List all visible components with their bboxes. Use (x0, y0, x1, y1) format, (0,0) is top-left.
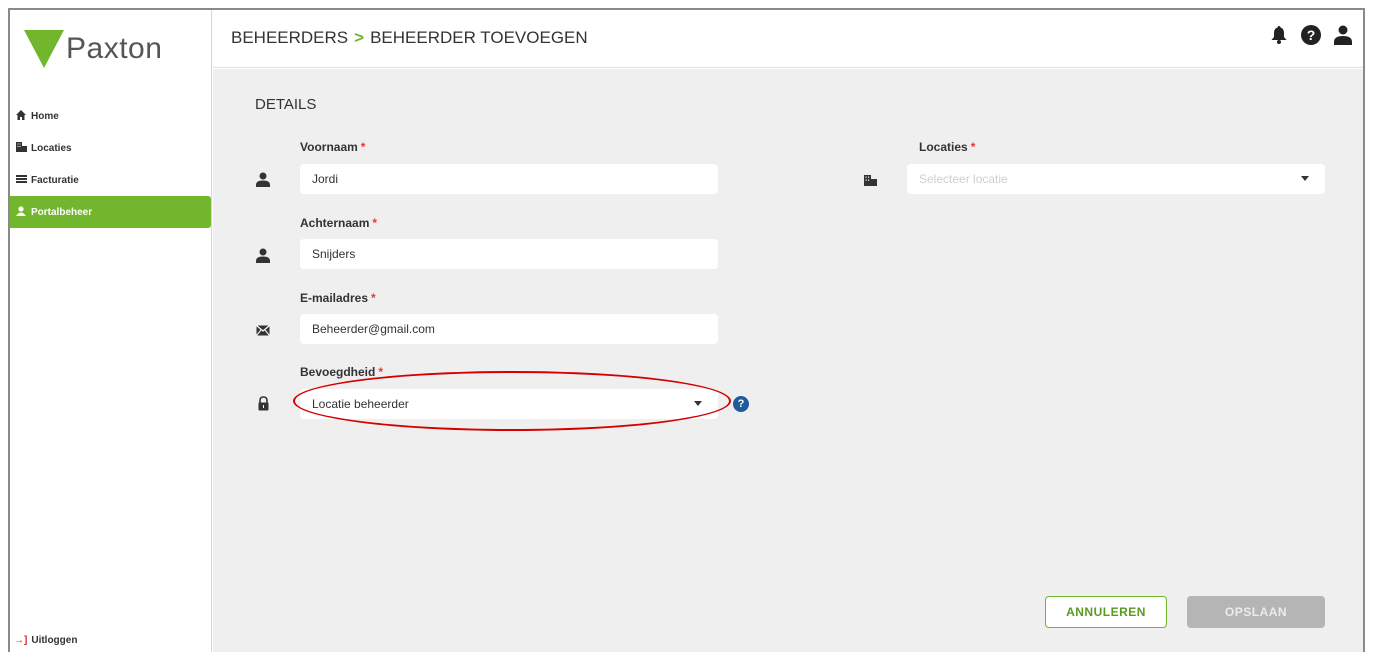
first-name-input[interactable]: Jordi (300, 164, 718, 194)
last-name-input[interactable]: Snijders (300, 239, 718, 269)
bell-icon[interactable] (1269, 24, 1289, 46)
sidebar-item-label: Home (31, 110, 59, 122)
top-header: BEHEERDERS > BEHEERDER TOEVOEGEN ? (213, 10, 1363, 68)
sidebar-nav: Home Locaties Facturatie Portalbeheer (10, 100, 211, 228)
email-label: E-mailadres * (300, 291, 376, 305)
header-icons: ? (1269, 24, 1353, 46)
sidebar-item-label: Facturatie (31, 174, 79, 186)
chevron-down-icon (694, 401, 702, 406)
envelope-icon (255, 322, 271, 338)
user-icon[interactable] (1333, 24, 1353, 46)
locations-select[interactable]: Selecteer locatie (907, 164, 1325, 194)
sidebar-item-locaties[interactable]: Locaties (10, 132, 211, 164)
role-select-value: Locatie beheerder (312, 397, 409, 411)
help-icon[interactable]: ? (1301, 24, 1321, 46)
help-icon[interactable]: ? (733, 396, 749, 412)
building-icon (14, 141, 28, 155)
breadcrumb-separator: > (354, 28, 365, 47)
logo-mark (24, 30, 64, 68)
lock-icon (255, 395, 271, 411)
logo-text: Paxton (66, 32, 163, 65)
breadcrumb-current: BEHEERDER TOEVOEGEN (370, 28, 588, 47)
user-icon (255, 171, 271, 187)
section-title: DETAILS (255, 96, 317, 113)
email-input[interactable]: Beheerder@gmail.com (300, 314, 718, 344)
sidebar-item-label: Portalbeheer (31, 206, 93, 218)
bars-icon (14, 174, 28, 186)
first-name-label: Voornaam * (300, 140, 366, 154)
role-select[interactable]: Locatie beheerder (300, 389, 718, 419)
breadcrumb-parent[interactable]: BEHEERDERS (231, 28, 348, 48)
paxton-logo[interactable]: Paxton (24, 24, 162, 74)
last-name-label: Achternaam * (300, 216, 378, 230)
role-label: Bevoegdheid * (300, 365, 384, 379)
sidebar-item-facturatie[interactable]: Facturatie (10, 164, 211, 196)
locations-label: Locaties * (919, 140, 976, 154)
breadcrumb: BEHEERDERS > BEHEERDER TOEVOEGEN (231, 28, 588, 48)
chevron-down-icon (1301, 176, 1309, 181)
save-button[interactable]: OPSLAAN (1187, 596, 1325, 628)
sidebar-item-portalbeheer[interactable]: Portalbeheer (10, 196, 211, 228)
main-content: DETAILS Voornaam * Jordi Achternaam * Snij… (213, 69, 1363, 652)
logout-icon: →] (14, 635, 28, 646)
logout-label: Uitloggen (31, 635, 78, 646)
cancel-button[interactable]: ANNULEREN (1045, 596, 1167, 628)
logout-link[interactable]: →] Uitloggen (14, 635, 77, 646)
sidebar: Paxton Home Locaties Facturatie Portalbe… (10, 10, 212, 652)
sidebar-item-home[interactable]: Home (10, 100, 211, 132)
user-icon (255, 247, 271, 263)
user-icon (14, 205, 28, 219)
locations-placeholder: Selecteer locatie (919, 172, 1008, 186)
home-icon (14, 109, 28, 123)
sidebar-item-label: Locaties (31, 142, 72, 154)
building-icon (862, 172, 878, 188)
